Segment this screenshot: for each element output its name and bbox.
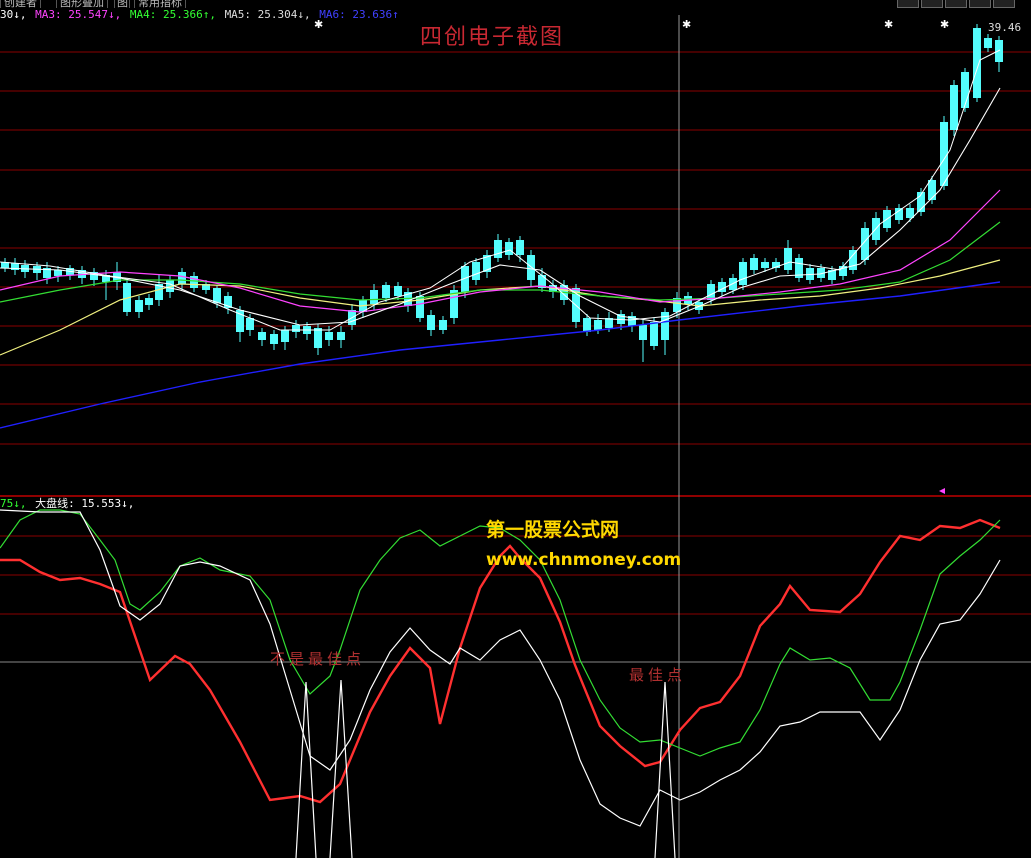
candle-body-85: [950, 85, 958, 130]
legend-indicator-prev: 75↓,: [0, 497, 27, 510]
signal-star-2: ✱: [884, 18, 893, 31]
annotation-not-best-point: 不是最佳点: [270, 650, 366, 668]
annotation-best-point: 最佳点: [629, 666, 687, 684]
signal-spike-2: [329, 679, 353, 858]
candle-body-25: [281, 330, 289, 342]
candle-body-22: [246, 318, 254, 330]
candle-body-87: [973, 28, 981, 98]
candle-body-5: [54, 270, 62, 276]
candle-body-58: [650, 322, 658, 346]
candle-body-19: [213, 288, 221, 303]
candle-body-30: [337, 332, 345, 340]
candle-body-12: [135, 300, 143, 312]
candle-body-29: [325, 332, 333, 340]
candle-body-46: [516, 240, 524, 255]
candle-body-39: [439, 320, 447, 330]
main-ma-legend: 30↓, MA3: 25.547↓, MA4: 25.366↑, MA5: 25…: [0, 8, 401, 22]
candle-body-83: [928, 180, 936, 200]
legend-ma-prev: 30↓,: [0, 8, 27, 21]
candle-body-38: [427, 315, 435, 330]
scroll-marker: [939, 488, 945, 494]
indicator-legend: 75↓, 大盘线: 15.553↓,: [0, 497, 136, 511]
ma1-line: [0, 49, 1001, 331]
signal-spike-3: [654, 681, 676, 858]
candle-body-47: [527, 255, 535, 280]
candle-body-53: [594, 320, 602, 330]
legend-market-line: 大盘线: 15.553↓,: [35, 497, 135, 510]
candle-body-88: [984, 38, 992, 48]
candle-body-28: [314, 328, 322, 348]
stock-chart-window: 创建者 图形叠加 图 常用指标 ✱ ✱ ✱ ✱ 30↓, MA3: 25.547↓, …: [0, 0, 1031, 858]
site-name: 第一股票公式网: [486, 519, 620, 541]
candle-body-63: [707, 284, 715, 300]
candle-body-45: [505, 242, 513, 255]
candle-body-57: [639, 325, 647, 340]
candle-body-80: [895, 208, 903, 220]
candle-body-23: [258, 332, 266, 340]
candle-body-44: [494, 240, 502, 258]
candle-body-68: [761, 262, 769, 268]
signal-star-1: ✱: [682, 18, 691, 31]
candle-body-13: [145, 298, 153, 305]
candle-body-26: [292, 325, 300, 332]
legend-ma4: MA4: 25.366↑,: [129, 8, 216, 21]
signal-spike-1: [295, 681, 317, 858]
legend-ma3: MA3: 25.547↓,: [35, 8, 122, 21]
candle-body-86: [961, 72, 969, 108]
candle-body-24: [270, 334, 278, 344]
watermark-text: 四创电子截图: [420, 25, 565, 50]
legend-ma6: MA6: 23.636↑: [319, 8, 399, 21]
indicator-green-line: [0, 509, 1001, 757]
candle-body-66: [739, 262, 747, 285]
candle-body-34: [382, 285, 390, 298]
candle-body-33: [370, 290, 378, 304]
candle-body-35: [394, 286, 402, 296]
candle-body-70: [784, 248, 792, 270]
signal-star-3: ✱: [940, 18, 949, 31]
candle-body-67: [750, 258, 758, 270]
candle-body-42: [472, 262, 480, 280]
high-price-label: 39.46: [988, 21, 1022, 34]
kline-chart-canvas[interactable]: ✱ ✱ ✱ ✱: [0, 0, 1031, 858]
site-url: www.chnmoney.com: [486, 550, 682, 570]
candle-body-16: [178, 272, 186, 284]
legend-ma5: MA5: 25.304↓,: [224, 8, 311, 21]
candle-body-52: [583, 318, 591, 332]
